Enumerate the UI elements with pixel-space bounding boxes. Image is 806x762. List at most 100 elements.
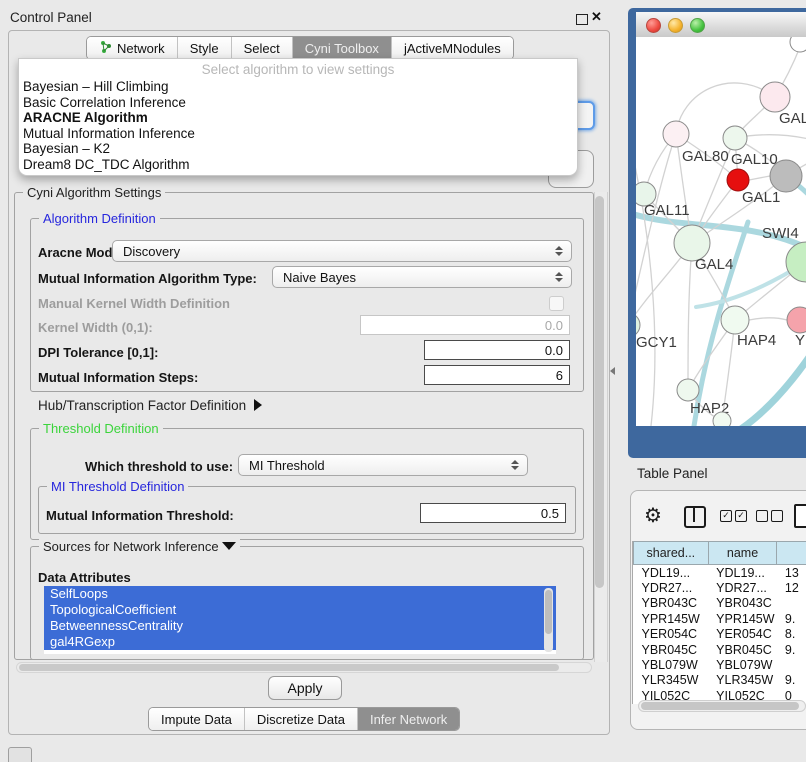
table-cell: YBL079W [634,657,709,672]
table-cell: YBR045C [634,642,709,657]
attribute-item[interactable]: BetweennessCentrality [44,618,556,634]
table-cell [777,657,806,672]
table-row[interactable]: YER054CYER054C8. [634,627,806,642]
tab-network[interactable]: Network [87,37,177,59]
manual-kernel-label: Manual Kernel Width Definition [38,296,230,311]
new-table-icon[interactable] [794,504,806,528]
tab-label: jActiveMNodules [404,41,501,56]
table-row[interactable]: YLR345WYLR345W9. [634,673,806,688]
mi-threshold-title: MI Threshold Definition [47,479,188,494]
network-canvas[interactable]: GALGAL80GAL10GAL1GAL11SWI4GAL4GCY1HAP4YH… [636,37,806,426]
tab-style[interactable]: Style [177,37,231,59]
network-node-y[interactable] [787,307,806,333]
mi-steps-label: Mutual Information Steps: [38,370,198,385]
control-panel-title: Control Panel [10,10,92,25]
checked-columns-icon[interactable]: ✓✓ [720,510,747,522]
network-node-hap4[interactable] [721,306,749,334]
table-cell: YPR145W [708,611,777,626]
table-row[interactable]: YBL079WYBL079W [634,657,806,672]
algorithm-option[interactable]: ARACNE Algorithm [19,110,577,126]
mi-threshold-field[interactable] [420,503,566,523]
tab-label: Select [244,41,280,56]
table-row[interactable]: YBR043CYBR043C [634,596,806,611]
node-label: Y [795,332,805,349]
settings-vertical-scrollbar-thumb[interactable] [595,196,604,588]
column-header[interactable]: shared... [634,542,709,565]
gear-icon[interactable]: ⚙ [644,503,662,528]
node-table[interactable]: shared...name YDL19...YDL19...13YDR27...… [633,541,806,704]
network-node-gal[interactable] [760,82,790,112]
splitter-collapse-icon[interactable] [610,367,615,375]
column-header[interactable]: name [708,542,777,565]
tab-infer-network[interactable]: Infer Network [357,708,459,730]
mi-steps-field[interactable] [424,365,570,385]
zoom-button[interactable] [690,18,705,33]
data-attributes-list[interactable]: SelfLoopsTopologicalCoefficientBetweenne… [44,586,556,654]
network-node-gal80[interactable] [663,121,689,147]
manual-kernel-checkbox[interactable] [549,296,564,311]
table-row[interactable]: YDL19...YDL19...13 [634,565,806,581]
attribute-item[interactable]: TopologicalCoefficient [44,602,556,618]
sources-title-wrap[interactable]: Sources for Network Inference [39,539,240,554]
network-node[interactable] [770,160,802,192]
node-label: SWI4 [762,225,799,242]
settings-horizontal-scrollbar-thumb[interactable] [19,664,559,671]
tab-discretize-data[interactable]: Discretize Data [244,708,357,730]
attribute-item[interactable]: gal4RGexp [44,634,556,650]
tab-impute-data[interactable]: Impute Data [149,708,244,730]
network-window-titlebar[interactable] [636,12,806,38]
algorithm-option[interactable]: Mutual Information Inference [19,126,577,142]
mi-threshold-label: Mutual Information Threshold: [46,508,234,523]
network-node-hap2[interactable] [677,379,699,401]
algorithm-dropdown-placeholder: Select algorithm to view settings [19,62,577,77]
column-header[interactable] [777,542,806,565]
network-node[interactable] [713,412,731,426]
split-columns-icon[interactable] [684,506,706,528]
algorithm-option[interactable]: Bayesian – Hill Climbing [19,79,577,95]
node-label: GAL4 [695,256,733,273]
tab-select[interactable]: Select [231,37,292,59]
algorithm-option[interactable]: Basic Correlation Inference [19,95,577,111]
dpi-tolerance-field[interactable] [424,340,570,360]
node-label: GAL11 [644,202,690,219]
bottom-tab-bar: Impute Data Discretize Data Infer Network [148,707,460,731]
network-icon [99,40,113,57]
attributes-scrollbar-thumb[interactable] [545,590,552,634]
minimize-button[interactable] [668,18,683,33]
kernel-width-field[interactable] [360,315,570,335]
table-row[interactable]: YBR045CYBR045C9. [634,642,806,657]
tab-cyni-toolbox[interactable]: Cyni Toolbox [292,37,391,59]
mi-type-combo[interactable]: Naive Bayes [272,266,572,288]
aracne-mode-combo[interactable]: Discovery [112,240,572,262]
minimized-panel-icon[interactable] [8,747,32,762]
threshold-title: Threshold Definition [39,421,163,436]
unchecked-columns-icon[interactable] [756,510,783,522]
node-label: HAP4 [737,332,776,349]
network-node-gal10[interactable] [723,126,747,150]
close-icon[interactable]: ✕ [591,9,602,25]
algorithm-option[interactable]: Dream8 DC_TDC Algorithm [19,157,577,173]
algorithm-option[interactable]: Bayesian – K2 [19,141,577,157]
table-cell: YBR043C [634,596,709,611]
table-cell: YLR345W [708,673,777,688]
node-label: GAL80 [682,148,729,165]
screen: Control Panel ✕ Network Style Select Cyni T… [0,0,806,762]
tab-label: Discretize Data [257,712,345,727]
tab-label: Network [117,41,165,56]
apply-button[interactable]: Apply [268,676,342,700]
table-horizontal-scrollbar-thumb[interactable] [641,702,799,710]
network-node[interactable] [790,37,806,52]
which-threshold-combo[interactable]: MI Threshold [238,454,528,476]
network-node-gal1[interactable] [727,169,749,191]
kernel-width-label: Kernel Width (0,1): [38,320,153,335]
algorithm-definition-title: Algorithm Definition [39,211,160,226]
attribute-item[interactable]: SelfLoops [44,586,556,602]
mi-type-value: Naive Bayes [283,270,356,285]
table-cell: 9. [777,611,806,626]
table-row[interactable]: YPR145WYPR145W9. [634,611,806,626]
close-button[interactable] [646,18,661,33]
table-row[interactable]: YDR27...YDR27...12 [634,580,806,595]
float-icon[interactable] [576,14,588,25]
hub-definition-toggle[interactable]: Hub/Transcription Factor Definition [38,398,262,413]
tab-jactivemnodules[interactable]: jActiveMNodules [391,37,513,59]
